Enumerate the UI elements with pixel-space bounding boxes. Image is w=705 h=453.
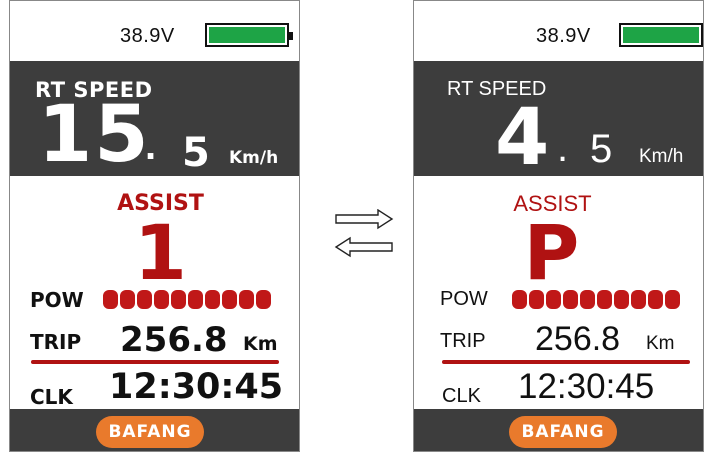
trip-value: 256.8	[535, 320, 621, 358]
trip-label: TRIP	[30, 330, 82, 354]
battery-level-fill	[623, 27, 699, 43]
battery-icon	[619, 23, 703, 47]
power-segment	[154, 290, 169, 309]
divider-line	[442, 360, 690, 364]
assist-level: 1	[134, 208, 187, 297]
pow-label: POW	[440, 288, 488, 310]
power-segment	[597, 290, 612, 309]
arrow-left-icon	[334, 236, 393, 258]
footer-bar: BAFANG	[414, 409, 703, 451]
speed-decimal-point: .	[145, 124, 157, 168]
arrow-right-icon	[335, 209, 394, 230]
power-segment	[665, 290, 680, 309]
voltage-readout: 38.9V	[120, 25, 175, 47]
clock-value: 12:30:45	[518, 367, 655, 406]
status-bar: 38.9V	[414, 1, 703, 61]
power-segment	[239, 290, 254, 309]
speed-decimal-point: .	[557, 126, 569, 170]
battery-tip	[703, 32, 704, 40]
power-segment	[631, 290, 646, 309]
clock-value: 12:30:45	[109, 367, 284, 407]
assist-level: P	[523, 208, 580, 297]
power-segment	[205, 290, 220, 309]
status-bar: 38.9V	[10, 1, 299, 61]
battery-level-fill	[209, 27, 285, 43]
power-meter	[512, 290, 680, 309]
power-segment	[137, 290, 152, 309]
trip-value: 256.8	[120, 320, 228, 360]
speed-decimal: 5	[182, 130, 210, 176]
display-screen-bold: 38.9V RT SPEED 15 . 5 Km/h ASSIST 1 POW …	[9, 0, 300, 452]
power-segment	[614, 290, 629, 309]
swap-arrows-icon	[334, 209, 394, 258]
power-segment	[512, 290, 527, 309]
power-segment	[120, 290, 135, 309]
divider-line	[31, 360, 279, 364]
bafang-logo: BAFANG	[96, 416, 204, 448]
voltage-readout: 38.9V	[536, 25, 591, 47]
power-segment	[563, 290, 578, 309]
power-meter	[103, 290, 271, 309]
speed-integer: 15	[38, 90, 151, 180]
power-segment	[103, 290, 118, 309]
bafang-logo: BAFANG	[509, 416, 617, 448]
trip-label: TRIP	[440, 330, 486, 352]
battery-tip	[289, 32, 293, 40]
speed-panel: RT SPEED 4 . 5 Km/h	[414, 61, 703, 183]
battery-icon	[205, 23, 293, 47]
speed-unit: Km/h	[639, 146, 684, 167]
clock-label: CLK	[30, 385, 73, 409]
power-segment	[546, 290, 561, 309]
footer-bar: BAFANG	[10, 409, 299, 451]
power-segment	[580, 290, 595, 309]
power-segment	[648, 290, 663, 309]
trip-unit: Km	[243, 333, 278, 355]
speed-decimal: 5	[590, 127, 613, 171]
power-segment	[171, 290, 186, 309]
power-segment	[529, 290, 544, 309]
power-segment	[256, 290, 271, 309]
speed-unit: Km/h	[229, 148, 279, 168]
power-segment	[188, 290, 203, 309]
clock-label: CLK	[442, 385, 481, 407]
trip-unit: Km	[646, 333, 675, 354]
speed-integer: 4	[495, 93, 550, 183]
speed-panel: RT SPEED 15 . 5 Km/h	[10, 61, 299, 176]
power-segment	[222, 290, 237, 309]
pow-label: POW	[30, 288, 84, 312]
display-screen-thin: 38.9V RT SPEED 4 . 5 Km/h ASSIST P POW T…	[413, 0, 704, 452]
